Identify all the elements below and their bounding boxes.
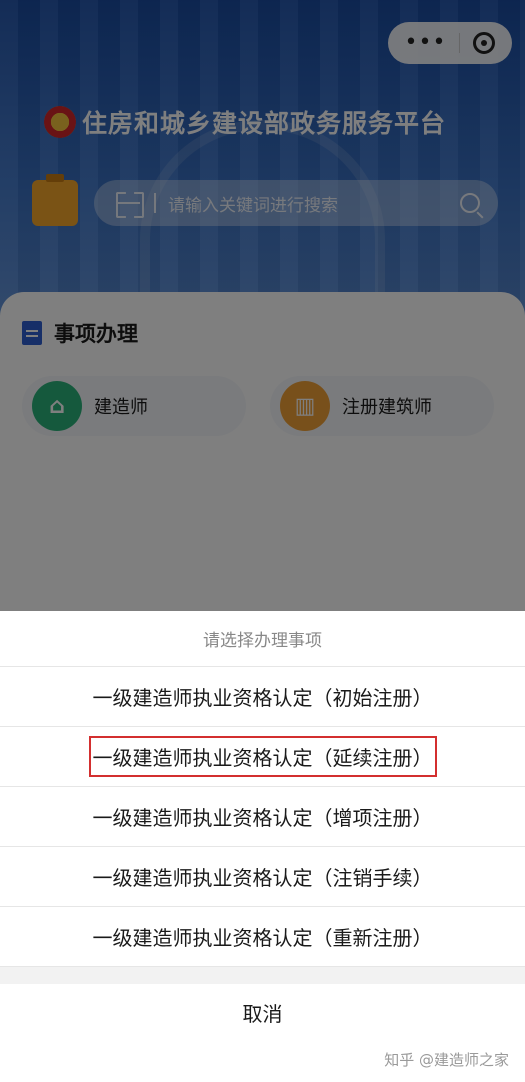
option-label: 一级建造师执业资格认定（延续注册） bbox=[88, 736, 437, 777]
option-initial-registration[interactable]: 一级建造师执业资格认定（初始注册） bbox=[0, 667, 525, 727]
option-label: 一级建造师执业资格认定（增项注册） bbox=[92, 806, 433, 830]
sheet-gap bbox=[0, 967, 525, 984]
option-renewal-registration[interactable]: 一级建造师执业资格认定（延续注册） bbox=[0, 727, 525, 787]
action-sheet-title: 请选择办理事项 bbox=[0, 611, 525, 667]
cancel-button[interactable]: 取消 bbox=[0, 984, 525, 1040]
action-sheet: 请选择办理事项 一级建造师执业资格认定（初始注册） 一级建造师执业资格认定（延续… bbox=[0, 611, 525, 1082]
option-label: 一级建造师执业资格认定（重新注册） bbox=[92, 926, 433, 950]
option-additional-registration[interactable]: 一级建造师执业资格认定（增项注册） bbox=[0, 787, 525, 847]
option-label: 一级建造师执业资格认定（初始注册） bbox=[92, 686, 433, 710]
option-label: 一级建造师执业资格认定（注销手续） bbox=[92, 866, 433, 890]
option-cancellation[interactable]: 一级建造师执业资格认定（注销手续） bbox=[0, 847, 525, 907]
option-re-registration[interactable]: 一级建造师执业资格认定（重新注册） bbox=[0, 907, 525, 967]
watermark: 知乎 @建造师之家 bbox=[384, 1051, 509, 1069]
